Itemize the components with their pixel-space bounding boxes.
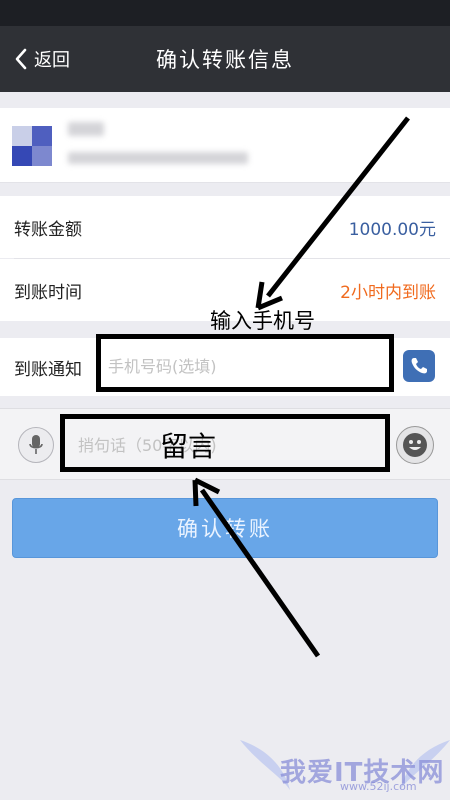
recipient-account-blurred (68, 152, 248, 164)
avatar (12, 126, 52, 166)
amount-label: 转账金额 (14, 219, 82, 240)
contacts-phone-button[interactable] (403, 350, 435, 382)
notify-label: 到账通知 (14, 359, 82, 380)
arrival-value: 2小时内到账 (340, 282, 436, 303)
arrival-label: 到账时间 (14, 282, 82, 303)
emoji-button[interactable] (396, 426, 434, 464)
message-annotation-label: 留言 (160, 430, 217, 463)
microphone-icon (29, 435, 43, 454)
message-annotation-box (60, 414, 390, 472)
page-title: 确认转账信息 (156, 48, 294, 72)
phone-annotation-label: 输入手机号 (210, 309, 315, 333)
voice-button[interactable] (18, 427, 54, 463)
amount-value: 1000.00元 (348, 219, 436, 240)
smiley-icon (403, 433, 427, 457)
watermark-url: www.52ij.com (340, 780, 417, 793)
phone-annotation-box (96, 334, 394, 392)
recipient-name-blurred (68, 122, 104, 136)
amount-row: 转账金额 1000.00元 (0, 196, 450, 258)
recipient-card (0, 108, 450, 183)
status-bar (0, 0, 450, 26)
nav-bar: 返回 确认转账信息 (0, 26, 450, 92)
phone-contact-icon (411, 358, 427, 374)
confirm-transfer-button[interactable]: 确认转账 (12, 498, 438, 558)
